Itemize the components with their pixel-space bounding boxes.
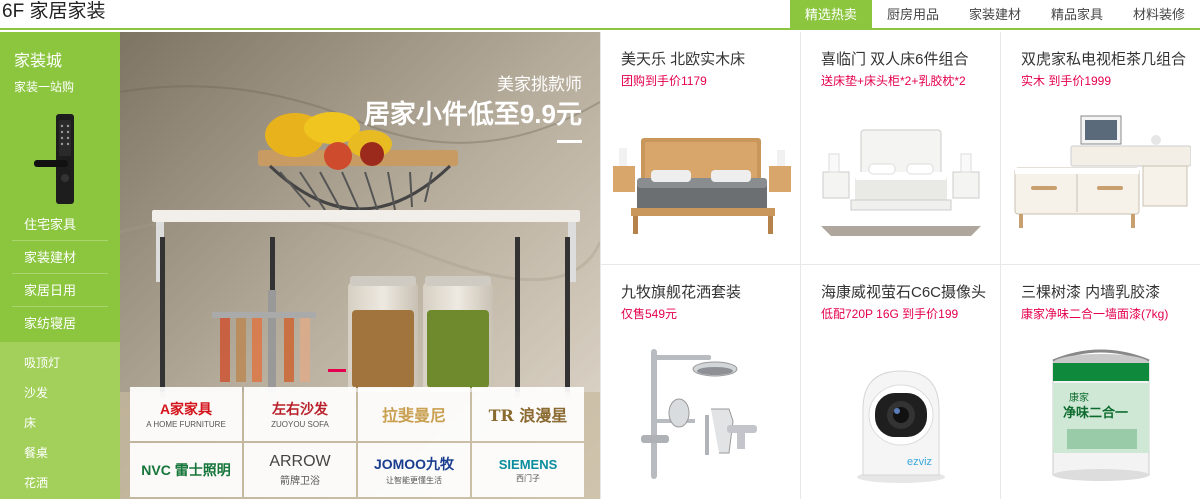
- category-list: 住宅家具 家装建材 家居日用 家纺寝居: [12, 208, 108, 340]
- brand-ahome[interactable]: A家家具 A HOME FURNITURE: [130, 387, 242, 441]
- category-household[interactable]: 家居日用: [12, 274, 108, 307]
- tv-cabinet-icon: [1014, 115, 1191, 228]
- carousel-indicator[interactable]: [328, 369, 346, 372]
- sidebar-title: 家装城: [14, 53, 63, 70]
- product-card[interactable]: 三棵树漆 内墙乳胶漆 康家净味二合一墙面漆(7kg) 康家 净味二合一: [1000, 265, 1200, 499]
- subcategory-sofa[interactable]: 沙发: [0, 378, 120, 408]
- tab-furniture[interactable]: 精品家具: [1036, 0, 1118, 30]
- product-card[interactable]: 海康威视萤石C6C摄像头 低配720P 16G 到手价199 ezviz: [800, 265, 1000, 499]
- product-card[interactable]: 九牧旗舰花洒套装 仅售549元: [600, 265, 800, 499]
- brand-tagline: A HOME FURNITURE: [146, 420, 226, 429]
- tab-featured[interactable]: 精选热卖: [789, 0, 872, 30]
- brand-name: TR 浪漫星: [488, 406, 568, 425]
- brand-name: JOMOO九牧: [373, 456, 455, 472]
- paint-label: 康家: [1069, 391, 1089, 404]
- subcategory-list: 吸顶灯 沙发 床 餐桌 花洒: [0, 342, 120, 499]
- tab-decoration-materials[interactable]: 材料装修: [1118, 0, 1200, 30]
- product-name: 九牧旗舰花洒套装: [621, 284, 742, 301]
- white-bed-set-icon: [821, 129, 981, 236]
- tab-kitchen[interactable]: 厨房用品: [872, 0, 954, 30]
- product-promo: 实木 到手价1999: [1021, 74, 1112, 88]
- brand-tagline: 西门子: [516, 473, 540, 483]
- floor-tabs: 精选热卖 厨房用品 家装建材 精品家具 材料装修: [789, 0, 1200, 30]
- subcategory-dining-table[interactable]: 餐桌: [0, 438, 120, 468]
- floor-header: 6F 家居家装 精选热卖 厨房用品 家装建材 精品家具 材料装修: [0, 0, 1200, 30]
- product-promo: 仅售549元: [621, 307, 678, 321]
- brand-name: SIEMENS: [498, 456, 558, 472]
- product-name: 喜临门 双人床6件组合: [821, 51, 969, 68]
- brand-name: ARROW: [269, 453, 331, 470]
- brand-name: NVC 雷士照明: [141, 462, 231, 478]
- brand-name: A家家具: [159, 401, 213, 417]
- product-promo: 康家净味二合一墙面漆(7kg): [1021, 307, 1169, 321]
- product-promo: 团购到手价1179: [621, 74, 707, 88]
- sidebar-subtitle: 家装一站购: [14, 80, 75, 94]
- subcategory-ceiling-lamp[interactable]: 吸顶灯: [0, 348, 120, 378]
- paint-bucket-icon: 康家 净味二合一: [1052, 349, 1150, 481]
- brand-tagline: ZUOYOU SOFA: [271, 420, 329, 429]
- category-residential-furniture[interactable]: 住宅家具: [12, 208, 108, 241]
- shower-set-icon: [641, 349, 757, 479]
- brand-zuoyou[interactable]: 左右沙发 ZUOYOU SOFA: [244, 387, 356, 441]
- brand-nvc[interactable]: NVC 雷士照明: [130, 443, 242, 497]
- tab-building-materials[interactable]: 家装建材: [954, 0, 1036, 30]
- smart-lock-icon: [34, 114, 74, 204]
- brand-name: 拉斐曼尼: [381, 406, 446, 425]
- category-bedding[interactable]: 家纺寝居: [12, 307, 108, 340]
- brand-tr[interactable]: TR 浪漫星: [472, 387, 584, 441]
- product-card[interactable]: 喜临门 双人床6件组合 送床垫+床头柜*2+乳胶枕*2: [800, 32, 1000, 265]
- brand-grid: A家家具 A HOME FURNITURE 左右沙发 ZUOYOU SOFA 拉…: [130, 387, 584, 497]
- subcategory-shower[interactable]: 花洒: [0, 468, 120, 498]
- hero-title: 居家小件低至9.9元: [363, 99, 582, 129]
- product-name: 双虎家私电视柜茶几组合: [1021, 51, 1187, 68]
- hero-banner[interactable]: 美家挑款师 居家小件低至9.9元 A家家具 A HOME FURNITURE 左…: [120, 32, 600, 499]
- brand-tagline: 箭牌卫浴: [280, 476, 320, 487]
- hero-subtitle: 美家挑款师: [497, 75, 582, 94]
- brand-name: 左右沙发: [272, 402, 328, 418]
- product-card[interactable]: 美天乐 北欧实木床 团购到手价1179: [600, 32, 800, 265]
- camera-icon: ezviz: [857, 370, 945, 483]
- hero-underline: [557, 140, 582, 143]
- subcategory-bed[interactable]: 床: [0, 408, 120, 438]
- product-card[interactable]: 双虎家私电视柜茶几组合 实木 到手价1999: [1000, 32, 1200, 265]
- brand-siemens[interactable]: SIEMENS 西门子: [472, 443, 584, 497]
- product-promo: 送床垫+床头柜*2+乳胶枕*2: [821, 74, 966, 88]
- paint-title: 净味二合一: [1063, 405, 1128, 420]
- product-name: 美天乐 北欧实木床: [621, 51, 746, 68]
- category-building-materials[interactable]: 家装建材: [12, 241, 108, 274]
- product-name: 海康威视萤石C6C摄像头: [821, 284, 987, 301]
- brand-tagline: 让智能更懂生活: [386, 476, 442, 485]
- brand-arrow[interactable]: ARROW 箭牌卫浴: [244, 443, 356, 497]
- wood-bed-icon: [613, 138, 791, 234]
- product-name: 三棵树漆 内墙乳胶漆: [1021, 284, 1161, 301]
- brand-jomoo[interactable]: JOMOO九牧 让智能更懂生活: [358, 443, 470, 497]
- sidebar: 家装城 家装一站购 住宅家具 家装建材 家居日用 家纺寝居 吸顶灯 沙发 床 餐…: [0, 32, 120, 499]
- sidebar-promo[interactable]: 家装城 家装一站购: [0, 32, 120, 206]
- ezviz-logo: ezviz: [907, 456, 932, 468]
- product-promo: 低配720P 16G 到手价199: [821, 307, 959, 321]
- floor-title: 6F 家居家装: [2, 1, 106, 22]
- product-grid: 美天乐 北欧实木床 团购到手价1179 喜临门 双人床6件组合 送床垫+床头柜*…: [600, 32, 1200, 499]
- brand-lafeimanni[interactable]: 拉斐曼尼: [358, 387, 470, 441]
